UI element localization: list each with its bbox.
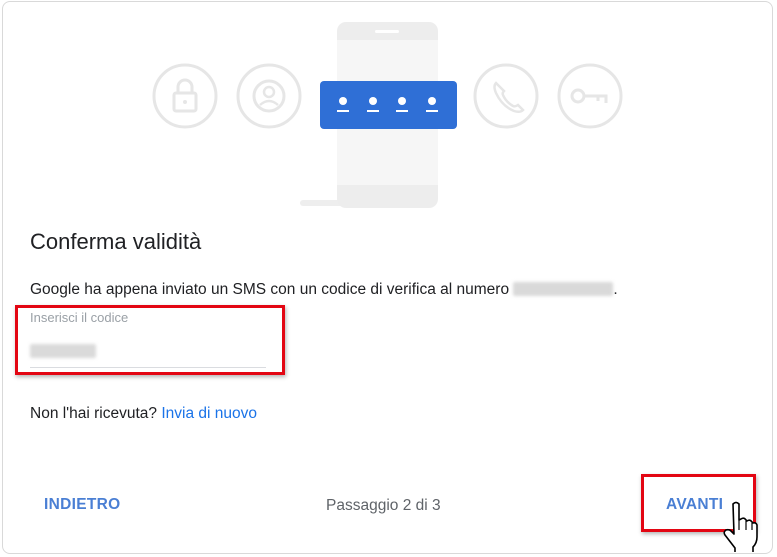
back-button[interactable]: INDIETRO [44, 496, 120, 514]
account-icon [236, 63, 302, 129]
resend-link[interactable]: Invia di nuovo [161, 405, 257, 422]
highlight-box-code [15, 305, 285, 375]
verification-illustration [152, 22, 623, 208]
page-title: Conferma validità [30, 229, 202, 254]
key-icon [557, 63, 623, 129]
lock-icon [152, 63, 218, 129]
hand-cursor-icon [723, 501, 758, 552]
description-end: . [613, 281, 618, 298]
resend-question: Non l'hai ricevuta? [30, 405, 162, 422]
redacted-phone-number [513, 282, 614, 296]
verification-description: Google ha appena inviato un SMS con un c… [30, 281, 618, 299]
phone-icon [473, 63, 539, 129]
step-indicator: Passaggio 2 di 3 [326, 497, 441, 514]
resend-row: Non l'hai ricevuta? Invia di nuovo [30, 405, 257, 423]
passcode-icon [320, 81, 457, 129]
description-text: Google ha appena inviato un SMS con un c… [30, 281, 514, 298]
